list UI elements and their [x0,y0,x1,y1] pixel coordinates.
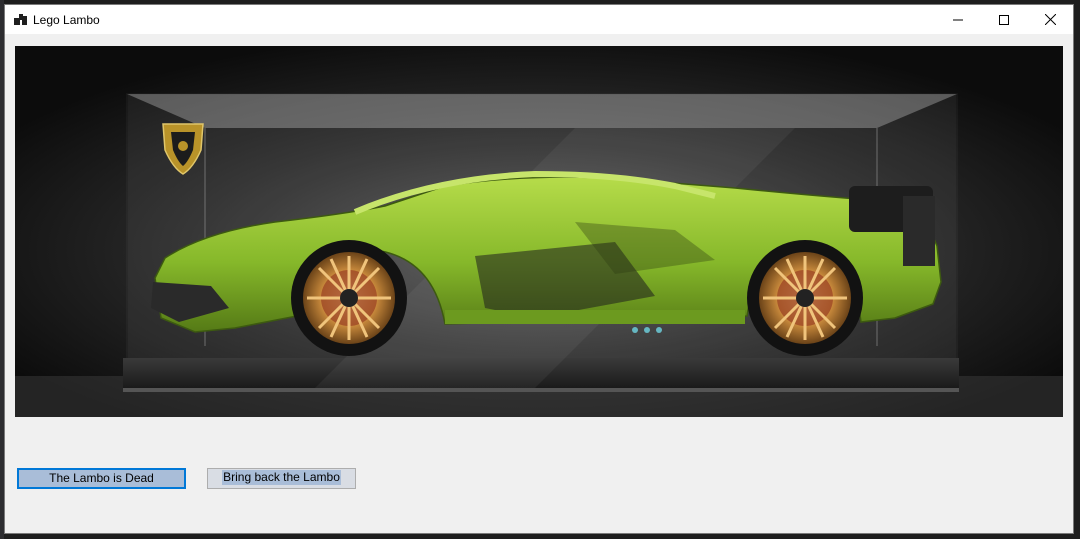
front-wheel [291,240,407,356]
form-window: Lego Lambo The Lambo is Dead Bring back … [4,4,1074,534]
window-controls [935,5,1073,34]
title-bar[interactable]: Lego Lambo [5,5,1073,34]
close-icon [1044,14,1056,25]
lambo-picture-box [15,46,1063,417]
minimize-button[interactable] [935,5,981,34]
bring-back-lambo-button[interactable]: Bring back the Lambo [207,468,356,489]
window-title: Lego Lambo [33,12,100,27]
lambo-image [15,46,1063,417]
app-icon [14,13,27,26]
rear-wheel [747,240,863,356]
maximize-icon [999,14,1009,25]
close-button[interactable] [1027,5,1073,34]
lambo-is-dead-button[interactable]: The Lambo is Dead [17,468,186,489]
minimize-icon [953,19,963,20]
bring-back-lambo-label: Bring back the Lambo [222,470,341,485]
maximize-button[interactable] [981,5,1027,34]
